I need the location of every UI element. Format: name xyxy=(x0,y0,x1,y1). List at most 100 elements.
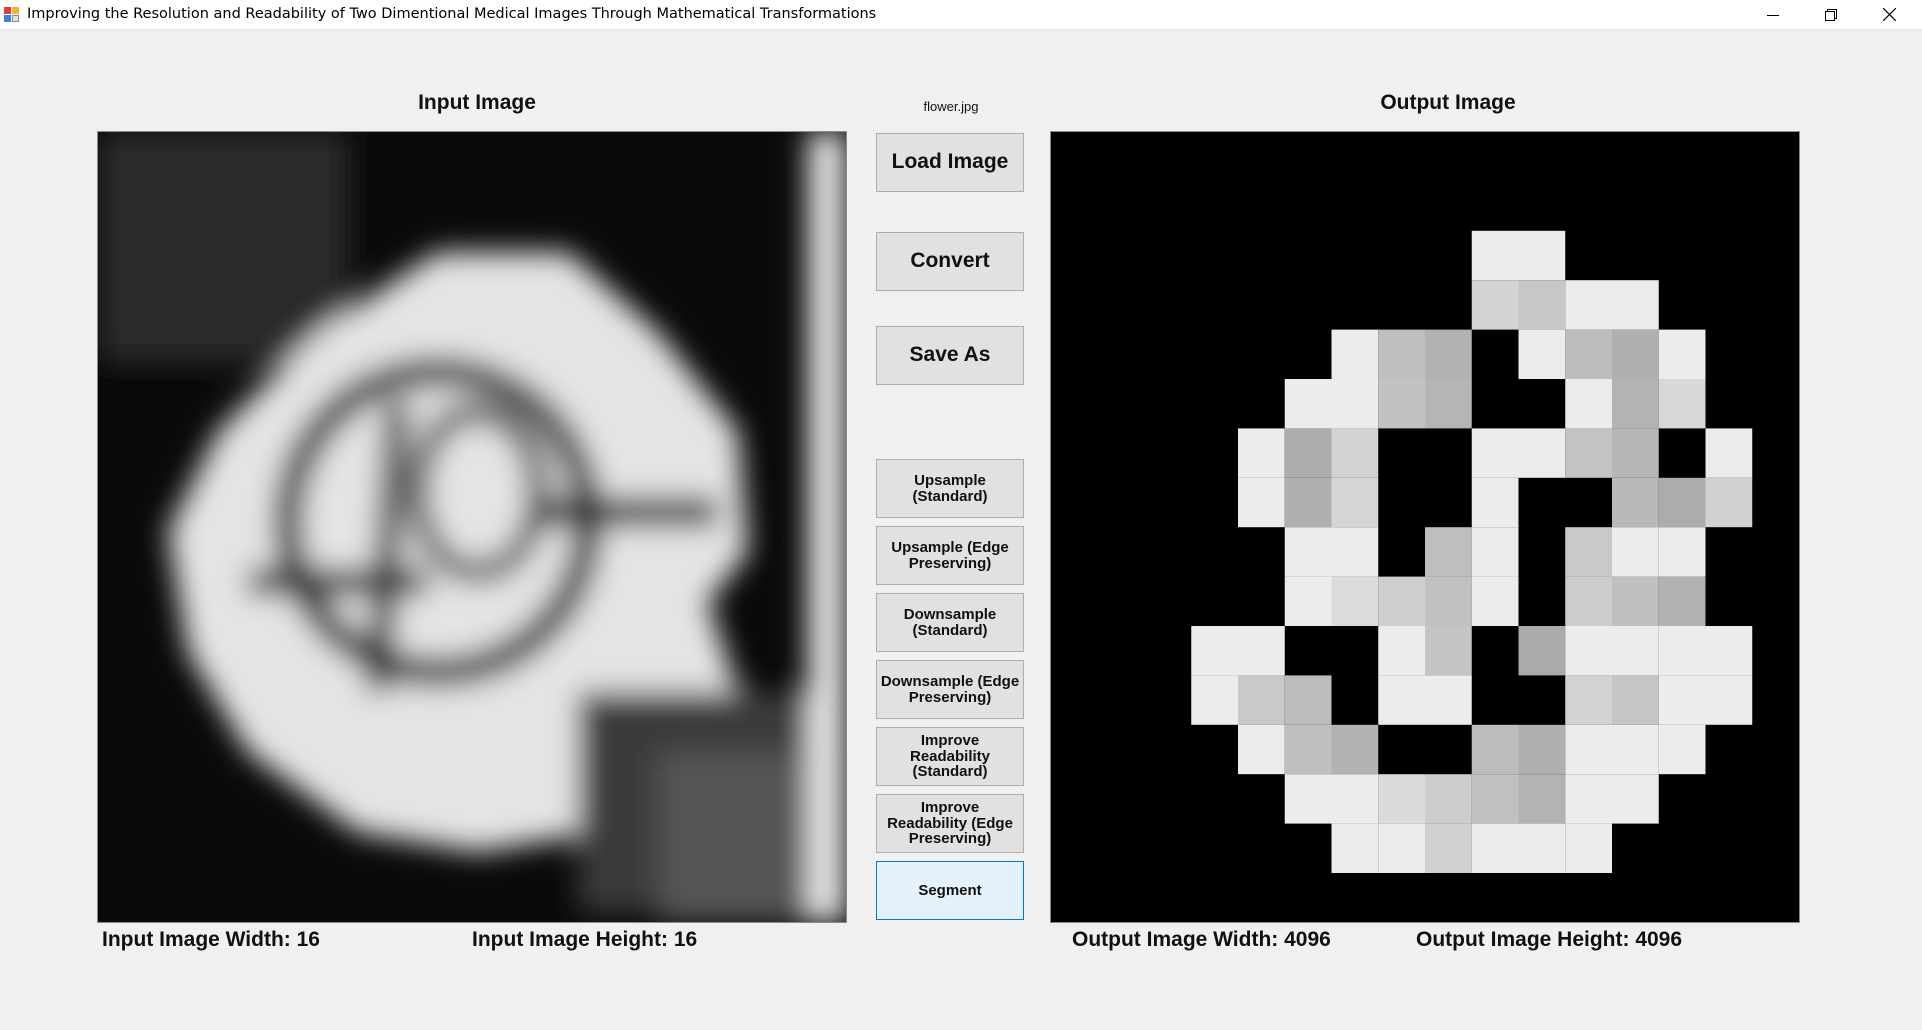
minimize-icon xyxy=(1767,14,1779,16)
output-pixel xyxy=(1378,774,1425,824)
output-pixel xyxy=(1331,477,1379,528)
save-as-button[interactable]: Save As xyxy=(876,326,1024,385)
output-pixel xyxy=(1471,477,1519,528)
output-pixel xyxy=(1331,774,1379,824)
output-pixel xyxy=(1705,477,1753,528)
output-pixel xyxy=(1565,576,1612,626)
loaded-filename: flower.jpg xyxy=(923,99,979,114)
output-pixel xyxy=(1238,675,1285,725)
output-pixel xyxy=(1518,724,1566,775)
output-pixel xyxy=(1518,626,1566,676)
output-pixel xyxy=(1612,428,1659,478)
output-pixel xyxy=(1658,329,1706,379)
output-pixel xyxy=(1658,626,1706,676)
output-pixel xyxy=(1378,329,1425,379)
window-title: Improving the Resolution and Readability… xyxy=(27,6,877,22)
output-pixel xyxy=(1612,379,1659,429)
output-pixel xyxy=(1238,626,1285,676)
output-pixel xyxy=(1331,527,1379,577)
output-pixel xyxy=(1612,527,1659,577)
output-pixel xyxy=(1658,724,1706,775)
output-pixel xyxy=(1425,626,1472,676)
output-pixel xyxy=(1518,774,1566,824)
output-width-label: Output Image Width: 4096 xyxy=(1072,928,1331,951)
output-pixel xyxy=(1471,230,1519,281)
output-pixel xyxy=(1284,527,1332,577)
output-pixel xyxy=(1658,675,1706,725)
title-bar: Improving the Resolution and Readability… xyxy=(0,0,1922,30)
output-pixel xyxy=(1284,724,1332,775)
output-pixel xyxy=(1238,477,1285,528)
output-pixel xyxy=(1658,576,1706,626)
output-pixel xyxy=(1331,379,1379,429)
load-image-button[interactable]: Load Image xyxy=(876,133,1024,192)
output-pixel xyxy=(1425,823,1472,873)
minimize-button[interactable] xyxy=(1744,0,1802,29)
output-pixel xyxy=(1331,724,1379,775)
output-pixel xyxy=(1705,675,1753,725)
output-pixel xyxy=(1565,527,1612,577)
output-pixel xyxy=(1612,329,1659,379)
convert-button[interactable]: Convert xyxy=(876,232,1024,291)
output-pixel xyxy=(1565,675,1612,725)
output-pixel xyxy=(1471,527,1519,577)
downsample-standard-button[interactable]: Downsample (Standard) xyxy=(876,593,1024,652)
input-height-label: Input Image Height: 16 xyxy=(472,928,698,951)
output-image xyxy=(1051,132,1799,922)
input-image-title: Input Image xyxy=(418,91,536,114)
input-image xyxy=(98,132,846,922)
input-width-label: Input Image Width: 16 xyxy=(102,928,320,951)
app-icon[interactable] xyxy=(4,7,20,22)
output-pixel xyxy=(1612,774,1659,824)
input-image-panel xyxy=(97,131,847,923)
output-pixel xyxy=(1238,724,1285,775)
output-pixel xyxy=(1658,477,1706,528)
output-pixel xyxy=(1565,724,1612,775)
segment-button[interactable]: Segment xyxy=(876,861,1024,920)
output-pixel xyxy=(1284,675,1332,725)
output-pixel xyxy=(1284,774,1332,824)
output-pixel xyxy=(1518,230,1566,281)
upsample-edge-preserving-button[interactable]: Upsample (Edge Preserving) xyxy=(876,526,1024,585)
output-pixel xyxy=(1378,379,1425,429)
output-pixel xyxy=(1518,428,1566,478)
output-height-label: Output Image Height: 4096 xyxy=(1416,928,1683,951)
output-pixel xyxy=(1518,823,1566,873)
restore-icon xyxy=(1825,8,1837,21)
output-pixel xyxy=(1331,428,1379,478)
output-pixel xyxy=(1425,379,1472,429)
close-button[interactable] xyxy=(1860,0,1918,29)
output-pixel xyxy=(1612,675,1659,725)
improve-readability-edge-preserving-button[interactable]: Improve Readability (Edge Preserving) xyxy=(876,794,1024,853)
output-pixel xyxy=(1284,576,1332,626)
output-pixel xyxy=(1565,626,1612,676)
output-pixel xyxy=(1191,626,1238,676)
output-pixel xyxy=(1471,280,1519,330)
output-pixel xyxy=(1705,428,1753,478)
output-pixel xyxy=(1705,626,1753,676)
improve-readability-standard-button[interactable]: Improve Readability (Standard) xyxy=(876,727,1024,786)
output-pixel xyxy=(1565,329,1612,379)
output-pixel xyxy=(1191,675,1238,725)
upsample-standard-button[interactable]: Upsample (Standard) xyxy=(876,459,1024,518)
restore-button[interactable] xyxy=(1802,0,1860,29)
output-pixel xyxy=(1565,774,1612,824)
downsample-edge-preserving-button[interactable]: Downsample (Edge Preserving) xyxy=(876,660,1024,719)
output-pixel xyxy=(1518,329,1566,379)
output-pixel xyxy=(1565,823,1612,873)
output-pixel xyxy=(1331,576,1379,626)
output-pixel xyxy=(1378,576,1425,626)
output-image-panel xyxy=(1050,131,1800,923)
output-pixel xyxy=(1378,626,1425,676)
output-pixel xyxy=(1471,774,1519,824)
output-pixel xyxy=(1425,774,1472,824)
output-pixel xyxy=(1565,379,1612,429)
output-pixel xyxy=(1471,576,1519,626)
output-pixel xyxy=(1425,576,1472,626)
output-pixel xyxy=(1284,379,1332,429)
output-pixel xyxy=(1331,329,1379,379)
output-pixel xyxy=(1518,280,1566,330)
output-pixel xyxy=(1238,428,1285,478)
output-pixel xyxy=(1565,280,1612,330)
output-pixel xyxy=(1612,724,1659,775)
